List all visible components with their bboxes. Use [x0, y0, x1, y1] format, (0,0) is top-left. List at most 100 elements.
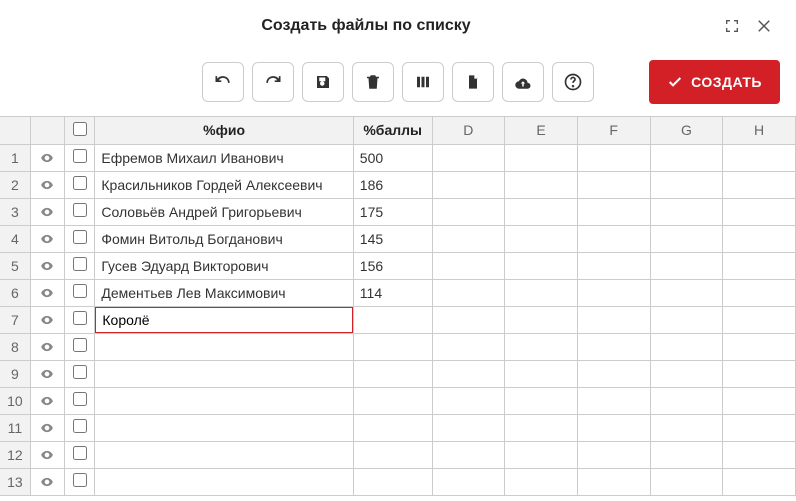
cell-empty[interactable]	[505, 333, 578, 360]
cell-empty[interactable]	[723, 144, 796, 171]
row-number[interactable]: 2	[0, 171, 30, 198]
cell-empty[interactable]	[650, 468, 723, 495]
visibility-icon[interactable]	[38, 178, 56, 192]
visibility-icon[interactable]	[38, 421, 56, 435]
cell-empty[interactable]	[577, 387, 650, 414]
visibility-icon[interactable]	[38, 367, 56, 381]
cell-score[interactable]	[353, 360, 432, 387]
cell-empty[interactable]	[577, 468, 650, 495]
cell-empty[interactable]	[432, 333, 505, 360]
row-checkbox[interactable]	[73, 392, 87, 406]
cell-name[interactable]	[95, 306, 353, 333]
cell-empty[interactable]	[432, 441, 505, 468]
cell-empty[interactable]	[432, 306, 505, 333]
cell-editor-input[interactable]	[95, 306, 353, 333]
row-checkbox[interactable]	[73, 230, 87, 244]
column-header-name[interactable]: %фио	[95, 117, 353, 144]
row-number[interactable]: 3	[0, 198, 30, 225]
cell-empty[interactable]	[432, 360, 505, 387]
cell-empty[interactable]	[650, 279, 723, 306]
close-icon[interactable]	[748, 10, 780, 42]
column-header-f[interactable]: F	[577, 117, 650, 144]
file-button[interactable]	[452, 62, 494, 102]
row-checkbox[interactable]	[73, 473, 87, 487]
row-number[interactable]: 11	[0, 414, 30, 441]
row-checkbox[interactable]	[73, 284, 87, 298]
cell-name[interactable]	[95, 360, 353, 387]
cell-empty[interactable]	[577, 441, 650, 468]
cell-score[interactable]: 186	[353, 171, 432, 198]
visibility-icon[interactable]	[38, 205, 56, 219]
cell-name[interactable]: Фомин Витольд Богданович	[95, 225, 353, 252]
visibility-icon[interactable]	[38, 475, 56, 489]
cell-empty[interactable]	[723, 198, 796, 225]
cell-empty[interactable]	[505, 387, 578, 414]
cell-score[interactable]	[353, 468, 432, 495]
cell-empty[interactable]	[650, 441, 723, 468]
cell-score[interactable]	[353, 387, 432, 414]
cell-name[interactable]: Соловьёв Андрей Григорьевич	[95, 198, 353, 225]
cell-empty[interactable]	[650, 144, 723, 171]
cell-empty[interactable]	[505, 414, 578, 441]
visibility-icon[interactable]	[38, 448, 56, 462]
column-header-d[interactable]: D	[432, 117, 505, 144]
cell-empty[interactable]	[505, 144, 578, 171]
cell-empty[interactable]	[505, 198, 578, 225]
columns-button[interactable]	[402, 62, 444, 102]
row-number[interactable]: 4	[0, 225, 30, 252]
column-header-score[interactable]: %баллы	[353, 117, 432, 144]
visibility-icon[interactable]	[38, 313, 56, 327]
row-checkbox[interactable]	[73, 176, 87, 190]
row-number[interactable]: 10	[0, 387, 30, 414]
cell-empty[interactable]	[505, 360, 578, 387]
cell-empty[interactable]	[505, 279, 578, 306]
cell-empty[interactable]	[432, 252, 505, 279]
cell-score[interactable]: 500	[353, 144, 432, 171]
cell-empty[interactable]	[505, 306, 578, 333]
data-table[interactable]: %фио %баллы D E F G H 1Ефремов Михаил Ив…	[0, 117, 796, 496]
cell-empty[interactable]	[650, 414, 723, 441]
cell-empty[interactable]	[650, 198, 723, 225]
cell-empty[interactable]	[432, 279, 505, 306]
cell-name[interactable]	[95, 333, 353, 360]
cell-empty[interactable]	[723, 252, 796, 279]
cell-empty[interactable]	[723, 414, 796, 441]
visibility-icon[interactable]	[38, 232, 56, 246]
cell-name[interactable]	[95, 468, 353, 495]
redo-button[interactable]	[252, 62, 294, 102]
row-number[interactable]: 9	[0, 360, 30, 387]
column-header-e[interactable]: E	[505, 117, 578, 144]
cell-empty[interactable]	[577, 333, 650, 360]
fullscreen-icon[interactable]	[716, 10, 748, 42]
clear-button[interactable]	[352, 62, 394, 102]
cell-empty[interactable]	[723, 360, 796, 387]
cell-name[interactable]	[95, 387, 353, 414]
cell-name[interactable]	[95, 441, 353, 468]
cell-empty[interactable]	[650, 333, 723, 360]
cell-name[interactable]: Красильников Гордей Алексеевич	[95, 171, 353, 198]
cell-empty[interactable]	[723, 441, 796, 468]
row-number[interactable]: 12	[0, 441, 30, 468]
row-checkbox[interactable]	[73, 149, 87, 163]
cell-name[interactable]: Ефремов Михаил Иванович	[95, 144, 353, 171]
help-button[interactable]	[552, 62, 594, 102]
cell-empty[interactable]	[432, 387, 505, 414]
cell-empty[interactable]	[723, 387, 796, 414]
cell-empty[interactable]	[432, 198, 505, 225]
cell-empty[interactable]	[723, 279, 796, 306]
cell-score[interactable]: 145	[353, 225, 432, 252]
row-checkbox[interactable]	[73, 257, 87, 271]
visibility-icon[interactable]	[38, 340, 56, 354]
cell-empty[interactable]	[505, 252, 578, 279]
visibility-icon[interactable]	[38, 151, 56, 165]
cell-name[interactable]: Дементьев Лев Максимович	[95, 279, 353, 306]
visibility-icon[interactable]	[38, 259, 56, 273]
visibility-icon[interactable]	[38, 286, 56, 300]
cell-score[interactable]	[353, 333, 432, 360]
cell-empty[interactable]	[650, 360, 723, 387]
column-header-g[interactable]: G	[650, 117, 723, 144]
cell-score[interactable]: 114	[353, 279, 432, 306]
cell-empty[interactable]	[432, 171, 505, 198]
cell-score[interactable]	[353, 414, 432, 441]
row-number[interactable]: 6	[0, 279, 30, 306]
